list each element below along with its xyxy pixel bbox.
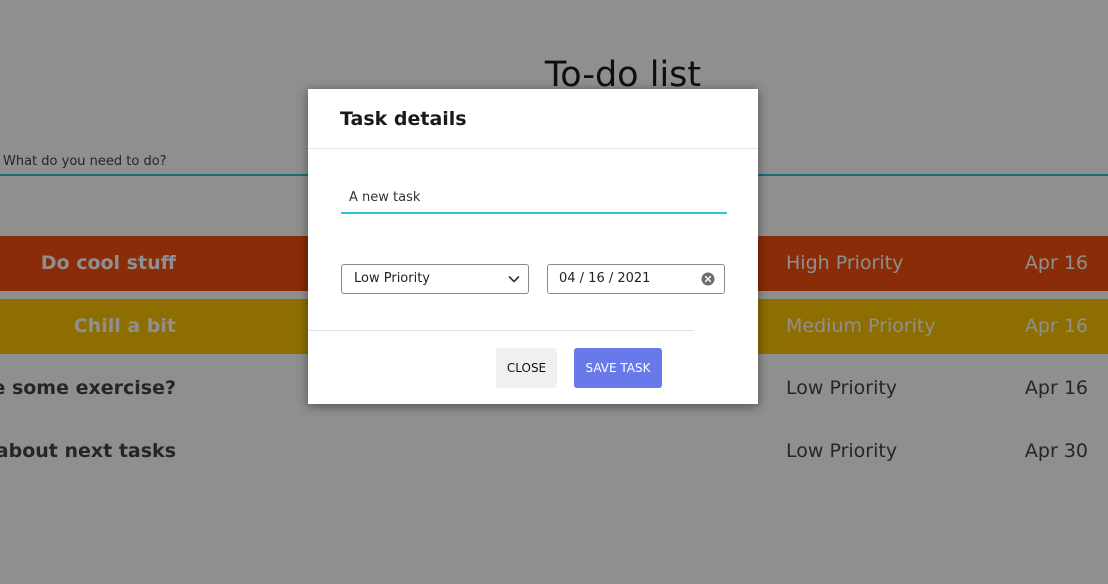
save-task-button[interactable]: Save task (574, 348, 662, 388)
date-input-value: 04 / 16 / 2021 (559, 271, 651, 286)
footer-divider (308, 330, 694, 331)
chevron-down-icon (508, 276, 520, 283)
priority-select-value: Low Priority (354, 271, 431, 286)
task-details-dialog: Task details Low Priority 04 / 16 / 2021… (308, 89, 758, 404)
priority-select[interactable]: Low Priority (341, 264, 529, 294)
task-text-input[interactable] (341, 183, 727, 214)
modal-title: Task details (340, 108, 467, 130)
date-input[interactable]: 04 / 16 / 2021 (547, 264, 725, 294)
clear-icon[interactable] (701, 272, 715, 286)
close-button[interactable]: Close (496, 348, 557, 388)
modal-header: Task details (308, 89, 758, 149)
todo-page: To-do list Do cool stuff High Priority A… (0, 0, 1108, 584)
